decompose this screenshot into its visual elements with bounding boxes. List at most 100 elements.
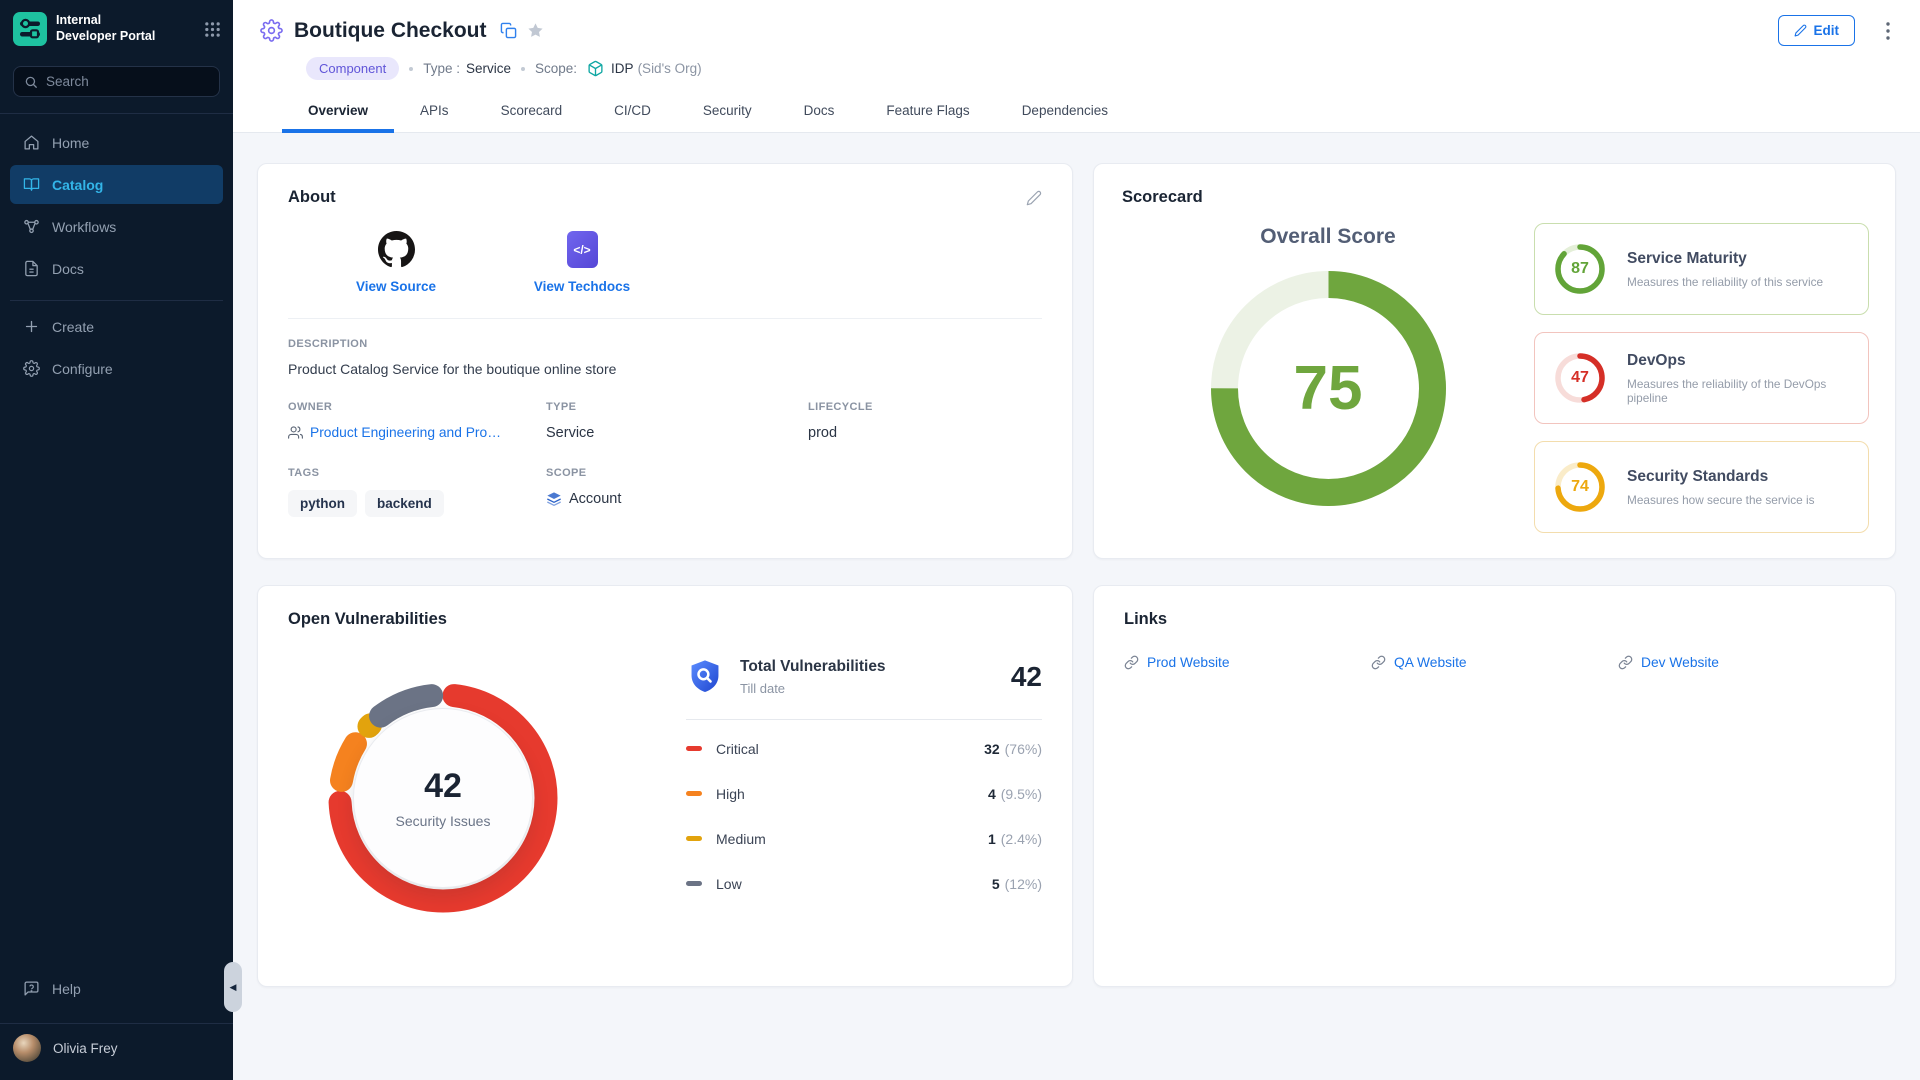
score-ring: 74 (1553, 460, 1607, 514)
tags-label: TAGS (288, 467, 546, 479)
tab-overview[interactable]: Overview (282, 93, 394, 133)
owner-group-icon (288, 425, 303, 440)
sidebar-item-label: Catalog (52, 177, 103, 193)
type-value: Service (466, 61, 511, 76)
sidebar-nav: Home Catalog Workflows (0, 120, 233, 391)
plus-icon (23, 318, 40, 335)
book-icon (23, 176, 40, 193)
total-vulnerabilities-title: Total Vulnerabilities (740, 658, 886, 676)
kind-badge: Component (306, 57, 399, 80)
view-techdocs-link[interactable]: </> View Techdocs (532, 231, 632, 294)
view-source-link[interactable]: View Source (346, 231, 446, 294)
vulnerabilities-divider (686, 719, 1042, 720)
scope-field-value: Account (569, 491, 621, 507)
tab-apis[interactable]: APIs (394, 93, 475, 133)
sidebar-item-create[interactable]: Create (10, 307, 223, 346)
page-header: Boutique Checkout (233, 0, 1920, 133)
sidebar-item-catalog[interactable]: Catalog (10, 165, 223, 204)
content-grid: About View Source </> (233, 133, 1920, 1017)
legend-row-high: High 4(9.5%) (686, 771, 1042, 816)
high-dash-icon (686, 791, 702, 796)
scope-field-label: SCOPE (546, 467, 808, 479)
security-issues-count: 42 (424, 767, 462, 806)
edit-button[interactable]: Edit (1778, 15, 1856, 46)
favorite-star-icon[interactable] (527, 22, 544, 39)
user-name: Olivia Frey (53, 1041, 118, 1056)
copy-icon[interactable] (500, 22, 517, 39)
score-ring: 87 (1553, 242, 1607, 296)
search-box[interactable] (13, 66, 220, 97)
user-menu[interactable]: Olivia Frey (0, 1024, 233, 1080)
total-vulnerabilities-value: 42 (1011, 661, 1042, 693)
low-dash-icon (686, 881, 702, 886)
avatar (13, 1034, 41, 1062)
sidebar-item-label: Workflows (52, 219, 116, 235)
owner-link[interactable]: Product Engineering and Product... (310, 425, 505, 440)
tab-feature-flags[interactable]: Feature Flags (860, 93, 995, 133)
overall-score-value: 75 (1211, 271, 1446, 506)
github-icon (378, 231, 415, 268)
type-field-label: TYPE (546, 401, 808, 413)
sidebar-item-workflows[interactable]: Workflows (10, 207, 223, 246)
file-icon (23, 260, 40, 277)
sidebar-item-label: Create (52, 319, 94, 335)
vulnerabilities-legend: Critical 32(76%) High 4(9.5%) Medium 1(2… (686, 726, 1042, 906)
link-qa-website[interactable]: QA Website (1371, 655, 1618, 670)
scope-cube-icon (587, 60, 604, 77)
links-card: Links Prod Website QA Website (1093, 585, 1896, 987)
total-vulnerabilities-sub: Till date (740, 681, 886, 696)
scope-org: (Sid's Org) (638, 61, 702, 76)
tab-bar: Overview APIs Scorecard CI/CD Security D… (260, 93, 1896, 132)
type-field-value: Service (546, 425, 808, 441)
about-edit-pencil-icon[interactable] (1026, 190, 1042, 206)
scope-value: IDP (611, 61, 634, 76)
link-prod-website[interactable]: Prod Website (1124, 655, 1371, 670)
tab-docs[interactable]: Docs (778, 93, 861, 133)
sidebar-item-docs[interactable]: Docs (10, 249, 223, 288)
brand: Internal Developer Portal (0, 0, 233, 56)
tab-scorecard[interactable]: Scorecard (475, 93, 589, 133)
sidebar-item-label: Home (52, 135, 89, 151)
scope-label: Scope: (535, 61, 577, 76)
links-title: Links (1124, 610, 1167, 629)
overall-score-donut: 75 (1211, 271, 1446, 506)
critical-dash-icon (686, 746, 702, 751)
apps-grid-icon[interactable] (204, 21, 221, 38)
type-label: Type : (423, 61, 460, 76)
scorecard-item-service-maturity[interactable]: 87 Service Maturity Measures the reliabi… (1534, 223, 1869, 315)
sidebar-item-label: Configure (52, 361, 113, 377)
link-dev-website[interactable]: Dev Website (1618, 655, 1865, 670)
medium-dash-icon (686, 836, 702, 841)
home-icon (23, 134, 40, 151)
more-options-icon[interactable] (1886, 22, 1890, 40)
tab-cicd[interactable]: CI/CD (588, 93, 677, 133)
tab-security[interactable]: Security (677, 93, 778, 133)
description-label: DESCRIPTION (288, 338, 1042, 350)
help-icon (23, 980, 40, 997)
sidebar-item-label: Help (52, 981, 81, 997)
lifecycle-label: LIFECYCLE (808, 401, 1042, 413)
sidebar-item-label: Docs (52, 261, 84, 277)
sidebar-item-configure[interactable]: Configure (10, 349, 223, 388)
tab-dependencies[interactable]: Dependencies (996, 93, 1134, 133)
main-area: Boutique Checkout (233, 0, 1920, 1017)
sidebar-item-home[interactable]: Home (10, 123, 223, 162)
page-title: Boutique Checkout (294, 19, 487, 43)
overall-score-label: Overall Score (1260, 225, 1395, 249)
sidebar-item-help[interactable]: Help (10, 969, 223, 1008)
legend-row-critical: Critical 32(76%) (686, 726, 1042, 771)
vulnerabilities-title: Open Vulnerabilities (288, 610, 447, 629)
tag-chip[interactable]: backend (365, 490, 444, 517)
tag-chip[interactable]: python (288, 490, 357, 517)
legend-row-medium: Medium 1(2.4%) (686, 816, 1042, 861)
sidebar-collapse-handle[interactable]: ◀ (224, 962, 242, 1012)
sidebar-divider (10, 300, 223, 301)
scorecard-item-devops[interactable]: 47 DevOps Measures the reliability of th… (1534, 332, 1869, 424)
layers-icon (546, 491, 562, 507)
security-issues-label: Security Issues (396, 813, 491, 829)
scorecard-item-security-standards[interactable]: 74 Security Standards Measures how secur… (1534, 441, 1869, 533)
entity-meta: Component Type : Service Scope: IDP (Sid… (306, 57, 1896, 80)
techdocs-icon: </> (567, 231, 598, 268)
search-input[interactable] (46, 74, 223, 89)
component-gear-icon (260, 19, 283, 42)
